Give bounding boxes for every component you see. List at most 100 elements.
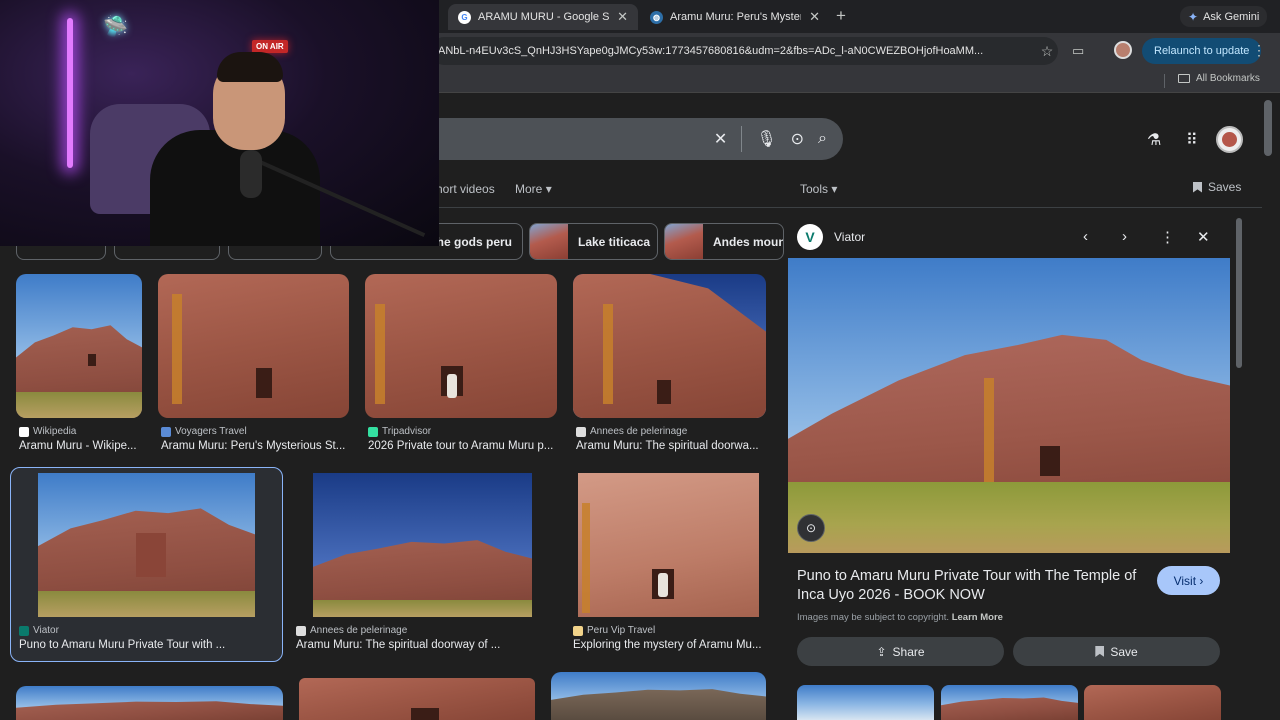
- tripadvisor-icon: [368, 426, 378, 437]
- search-input[interactable]: ✕ 🎙 ⊙ ⌕: [400, 118, 843, 160]
- page-scrollbar[interactable]: [1264, 100, 1272, 156]
- peru-vip-travel-icon: [573, 625, 583, 636]
- person: [658, 573, 668, 597]
- result-image-partial[interactable]: [16, 686, 283, 720]
- microphone-icon[interactable]: 🎙: [756, 129, 776, 149]
- close-panel-icon[interactable]: ✕: [1197, 228, 1210, 246]
- doorway: [1040, 446, 1060, 476]
- more-options-icon[interactable]: ⋮: [1160, 228, 1175, 246]
- preview-image[interactable]: [788, 258, 1230, 553]
- tab-more[interactable]: More ▾: [515, 182, 552, 196]
- panel-site-name[interactable]: Viator: [834, 230, 865, 244]
- microphone: [240, 150, 262, 198]
- new-tab-button[interactable]: +: [836, 6, 846, 26]
- viator-icon: [19, 625, 29, 636]
- saves-button[interactable]: Saves: [1193, 180, 1241, 194]
- save-button[interactable]: Save: [1013, 637, 1220, 666]
- search-divider: [741, 126, 743, 152]
- mineral-stripe: [582, 503, 590, 613]
- result-image[interactable]: [573, 274, 766, 418]
- tab-google-search[interactable]: G ARAMU MURU - Google Search ✕: [448, 4, 638, 30]
- screen: G ARAMU MURU - Google Search ✕ ◍ Aramu M…: [0, 0, 1280, 720]
- ufo-neon-sign-icon: 🛸: [103, 16, 128, 38]
- google-account-avatar[interactable]: [1216, 126, 1243, 153]
- next-icon[interactable]: ›: [1122, 228, 1127, 245]
- ground: [16, 392, 142, 418]
- result-image[interactable]: [16, 274, 142, 418]
- result-image[interactable]: [38, 473, 255, 617]
- ground: [38, 591, 255, 617]
- ask-gemini-button[interactable]: ✦ Ask Gemini: [1180, 6, 1268, 27]
- chevron-right-icon: ›: [1199, 573, 1204, 588]
- browser-menu-icon[interactable]: ⋮: [1252, 42, 1266, 59]
- grass: [788, 482, 1230, 553]
- all-bookmarks-button[interactable]: All Bookmarks: [1178, 73, 1260, 84]
- bookmark-icon: [1193, 181, 1202, 193]
- lens-icon[interactable]: ⊙: [791, 129, 804, 149]
- doorway: [256, 368, 272, 398]
- tab-aramu-muru[interactable]: ◍ Aramu Muru: Peru's Mysterious ✕: [640, 4, 830, 30]
- search-icon[interactable]: ⌕: [818, 130, 827, 148]
- clear-search-icon[interactable]: ✕: [714, 129, 727, 149]
- site-icon: [576, 426, 586, 437]
- chip-partial[interactable]: [16, 246, 106, 260]
- profile-avatar[interactable]: [1114, 41, 1132, 59]
- labs-flask-icon[interactable]: ⚗: [1147, 130, 1161, 150]
- chip-thumbnail: [665, 224, 703, 259]
- dropdown-arrow-icon: ▾: [545, 182, 552, 196]
- viator-logo: V: [797, 224, 823, 250]
- relaunch-button[interactable]: Relaunch to update: [1142, 38, 1262, 64]
- doorway: [411, 708, 439, 720]
- voyagers-travel-icon: [161, 426, 171, 437]
- related-image[interactable]: [797, 685, 934, 720]
- result-image[interactable]: [158, 274, 349, 418]
- mineral-stripe: [603, 304, 613, 404]
- chip-partial[interactable]: [114, 246, 220, 260]
- panel-title[interactable]: Puno to Amaru Muru Private Tour with The…: [797, 567, 1147, 605]
- result-image[interactable]: [313, 473, 532, 617]
- site-icon: [296, 625, 306, 636]
- tab-short-videos[interactable]: hort videos: [436, 182, 495, 196]
- webcam-overlay: 🛸 ON AIR: [0, 0, 439, 246]
- rock-wall: [158, 274, 349, 418]
- rock-wall: [365, 274, 557, 418]
- streamer-hair: [217, 52, 283, 82]
- result-image[interactable]: [578, 473, 759, 617]
- close-tab-icon[interactable]: ✕: [809, 9, 820, 25]
- google-icon: G: [458, 10, 471, 24]
- neon-light: [67, 18, 73, 168]
- lens-search-icon[interactable]: ⊙: [797, 514, 825, 542]
- bookmark-star-icon[interactable]: ☆: [1036, 43, 1058, 60]
- dropdown-arrow-icon: ▾: [831, 182, 838, 196]
- wikipedia-icon: [19, 426, 29, 437]
- apps-grid-icon[interactable]: ⠿: [1186, 130, 1198, 150]
- result-image[interactable]: [365, 274, 557, 418]
- avatar-image: [1222, 132, 1237, 147]
- share-button[interactable]: ⇪ Share: [797, 637, 1004, 666]
- folder-icon: [1178, 74, 1190, 83]
- previous-icon[interactable]: ‹: [1083, 228, 1088, 245]
- bookmark-icon: [1095, 646, 1105, 657]
- result-image-partial[interactable]: [551, 672, 766, 720]
- related-image[interactable]: [941, 685, 1078, 720]
- chip-thumbnail: [530, 224, 568, 259]
- rock-wall: [1084, 685, 1221, 720]
- close-tab-icon[interactable]: ✕: [617, 9, 628, 25]
- learn-more-link[interactable]: Learn More: [952, 612, 1003, 623]
- share-icon: ⇪: [876, 644, 887, 659]
- panel-scrollbar[interactable]: [1236, 218, 1242, 368]
- bookmarks-separator: [1164, 74, 1165, 88]
- chip-partial[interactable]: [228, 246, 322, 260]
- result-image-partial[interactable]: [299, 678, 535, 720]
- chip-lake-titicaca[interactable]: Lake titicaca: [529, 223, 658, 260]
- visit-button[interactable]: Visit ›: [1157, 566, 1220, 595]
- doorway: [136, 533, 166, 577]
- mineral-stripe: [984, 378, 994, 488]
- address-bar[interactable]: ANbL-n4EUv3cS_QnHJ3HSYape0gJMCy53w:17734…: [430, 37, 1058, 65]
- related-image[interactable]: [1084, 685, 1221, 720]
- cast-icon[interactable]: ▭: [1072, 43, 1084, 59]
- doorway: [657, 380, 671, 404]
- tools-button[interactable]: Tools ▾: [800, 182, 837, 196]
- chip-andes-mountains[interactable]: Andes mounta: [664, 223, 784, 260]
- mineral-stripe: [375, 304, 385, 404]
